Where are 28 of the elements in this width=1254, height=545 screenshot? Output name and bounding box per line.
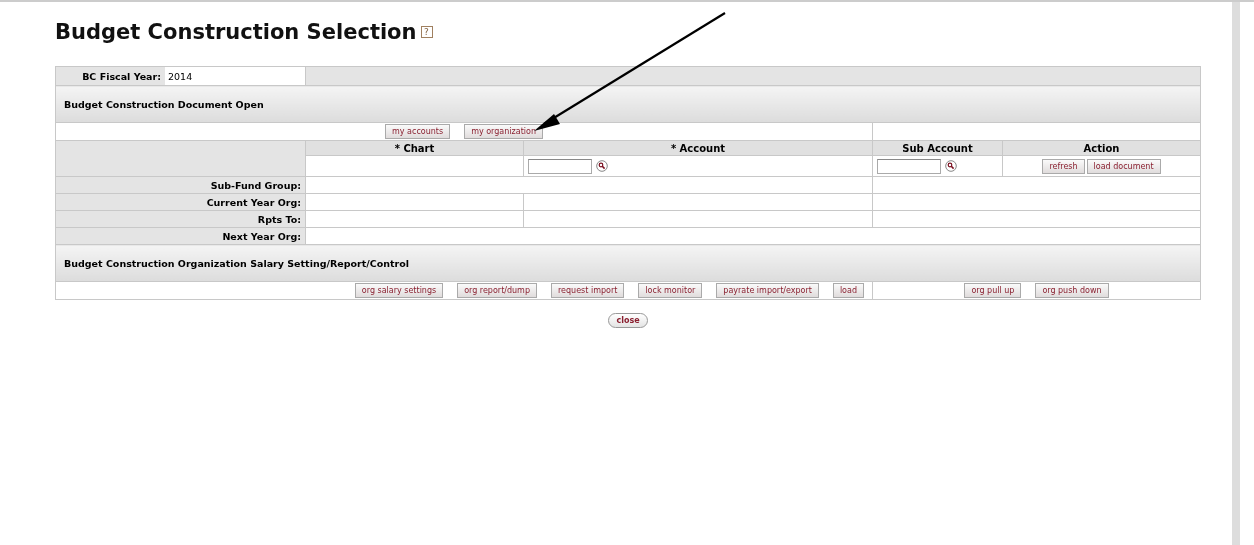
field-label: Rpts To: bbox=[257, 213, 301, 225]
action-button[interactable]: request import bbox=[551, 283, 625, 298]
field-label: Sub-Fund Group: bbox=[210, 179, 301, 191]
close-button[interactable]: close bbox=[608, 313, 648, 328]
section-title: Budget Construction Document Open bbox=[64, 98, 264, 110]
action-button[interactable]: my accounts bbox=[385, 124, 451, 139]
fiscal-year-label: BC Fiscal Year: bbox=[81, 70, 162, 82]
action-button[interactable]: lock monitor bbox=[638, 283, 703, 298]
action-button[interactable]: org report/dump bbox=[457, 283, 537, 298]
action-button[interactable]: org push down bbox=[1035, 283, 1109, 298]
account-field[interactable] bbox=[528, 158, 592, 174]
fiscal-year-value: 2014 bbox=[165, 67, 305, 85]
page-title: Budget Construction Selection bbox=[55, 20, 417, 44]
section-title: Budget Construction Organization Salary Setting/Report/Control bbox=[64, 257, 409, 269]
scrollbar[interactable] bbox=[1232, 2, 1240, 545]
action-button[interactable]: org pull up bbox=[964, 283, 1022, 298]
help-icon[interactable]: ? bbox=[420, 26, 433, 38]
action-button[interactable]: refresh bbox=[1042, 158, 1085, 174]
search-icon[interactable] bbox=[945, 160, 957, 172]
action-button[interactable]: my organization bbox=[464, 124, 543, 139]
action-button[interactable]: payrate import/export bbox=[716, 283, 819, 298]
sub-account-field[interactable] bbox=[877, 158, 941, 174]
search-icon[interactable] bbox=[596, 160, 608, 172]
field-label: Current Year Org: bbox=[206, 196, 301, 208]
action-button[interactable]: load bbox=[832, 283, 864, 298]
action-button[interactable]: load document bbox=[1086, 158, 1161, 174]
field-label: Next Year Org: bbox=[222, 230, 301, 242]
action-button[interactable]: org salary settings bbox=[354, 283, 444, 298]
